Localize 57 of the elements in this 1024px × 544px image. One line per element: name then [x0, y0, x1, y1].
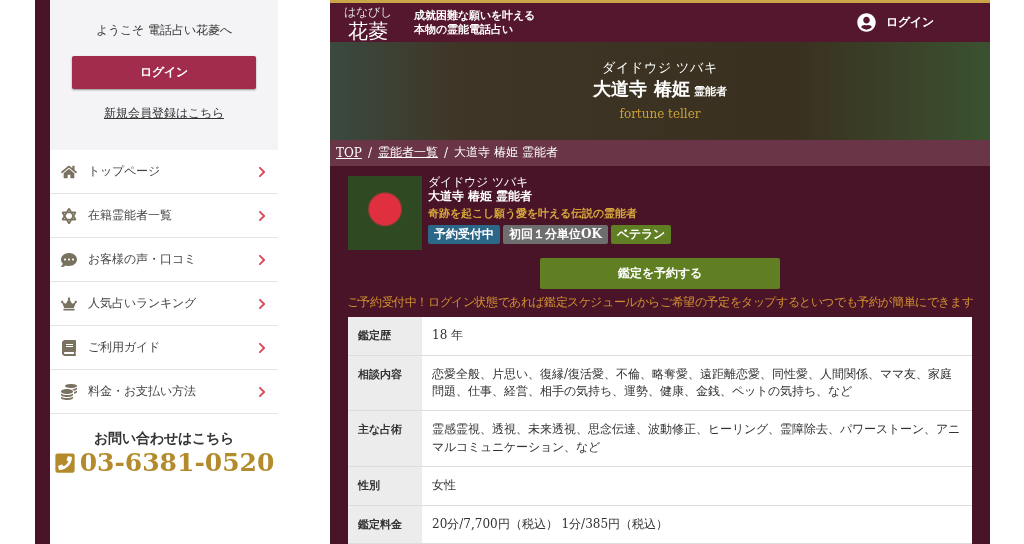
tag: 初回１分単位OK	[503, 225, 608, 245]
table-label-cell: 相談内容	[348, 355, 422, 412]
catchphrase: 奇跡を起こし願う愛を叶える伝説の霊能者	[428, 207, 638, 222]
contact-heading: お問い合わせはこちら	[94, 430, 234, 448]
tagline: 成就困難な願いを叶える	[414, 7, 535, 23]
table-label-cell: 鑑定料金	[348, 505, 422, 544]
chevron-right-icon	[256, 165, 268, 178]
breadcrumb-current[interactable]: 大道寺 椿姫 霊能者	[454, 144, 558, 162]
chevron-right-icon	[256, 385, 268, 398]
table-label-cell: 鑑定歴	[348, 317, 422, 356]
breadcrumb-link[interactable]: 霊能者一覧	[377, 144, 438, 162]
welcome-text: ようこそ 電話占い花菱へ	[96, 22, 232, 39]
hero-name: 大道寺 椿姫	[593, 77, 690, 102]
name-ruby: ダイドウジ ツバキ	[601, 60, 719, 78]
home-icon	[60, 163, 78, 180]
phone-icon	[53, 451, 76, 474]
name-ruby: ダイドウジ ツバキ	[428, 176, 529, 189]
breadcrumb-separator: /	[443, 145, 448, 160]
table-cell: 20分/7,700円（税込） 1分/385円（税込）	[422, 505, 972, 544]
table-cell: 女性	[422, 467, 972, 506]
menu-item[interactable]: 人気占いランキング	[50, 282, 278, 326]
table-label-cell: 性別	[348, 467, 422, 506]
menu-item[interactable]: ご利用ガイド	[50, 326, 278, 370]
table-label-cell: 主な占術	[348, 411, 422, 468]
reserve-button[interactable]: 鑑定を予約する	[540, 258, 780, 290]
crown-icon	[60, 295, 78, 312]
profile-name: 大道寺 椿姫 霊能者	[428, 188, 534, 206]
chevron-right-icon	[256, 253, 268, 266]
breadcrumb-separator: /	[367, 145, 372, 160]
tag: ベテラン	[610, 225, 671, 245]
login-button[interactable]: ログイン	[72, 56, 256, 89]
hero-title: 霊能者	[693, 85, 727, 100]
coins-icon	[60, 383, 78, 400]
tag: 予約受付中	[428, 225, 500, 245]
notice-text: ご予約受付中！ログイン状態であれば鑑定スケジュールからご希望の予定をタップするといつでも予約が簡単にできます	[345, 294, 975, 312]
logo[interactable]: 花菱	[348, 20, 388, 41]
menu-item[interactable]: トップページ	[50, 150, 278, 194]
chevron-right-icon	[256, 297, 268, 310]
menu-item[interactable]: お客様の声・口コミ	[50, 238, 278, 282]
menu-item[interactable]: 料金・お支払い方法	[50, 370, 278, 414]
chat-bubble-icon	[60, 251, 78, 268]
hero-subtitle: fortune teller	[619, 107, 701, 122]
tagline: 本物の霊能電話占い	[414, 22, 514, 37]
phone-number: 03-6381-0520	[79, 448, 275, 477]
menu-item[interactable]: 在籍霊能者一覧	[50, 194, 278, 238]
chevron-right-icon	[256, 341, 268, 354]
register-link[interactable]: 新規会員登録はこちら	[104, 105, 224, 122]
chevron-right-icon	[256, 209, 268, 222]
table-cell: 恋愛全般、片思い、復縁/復活愛、不倫、略奪愛、遠距離恋愛、同性愛、人間関係、ママ友、家庭問題、仕事、経営、相手の気持ち、運勢、健康、金銭、ペットの気持ち、など	[422, 355, 972, 412]
user-icon	[857, 12, 876, 32]
logo-ruby: はなびし	[344, 3, 392, 21]
breadcrumb-link[interactable]: TOP	[336, 145, 362, 160]
table-cell: 霊感霊視、透視、未来透視、思念伝達、波動修正、ヒーリング、霊障除去、パワーストーン、アニマルコミュニケーション、など	[422, 411, 972, 468]
book-icon	[60, 339, 78, 356]
hexagram-icon	[60, 207, 78, 224]
header-login-link[interactable]: ログイン	[857, 12, 934, 32]
table-cell: 18 年	[422, 317, 972, 356]
